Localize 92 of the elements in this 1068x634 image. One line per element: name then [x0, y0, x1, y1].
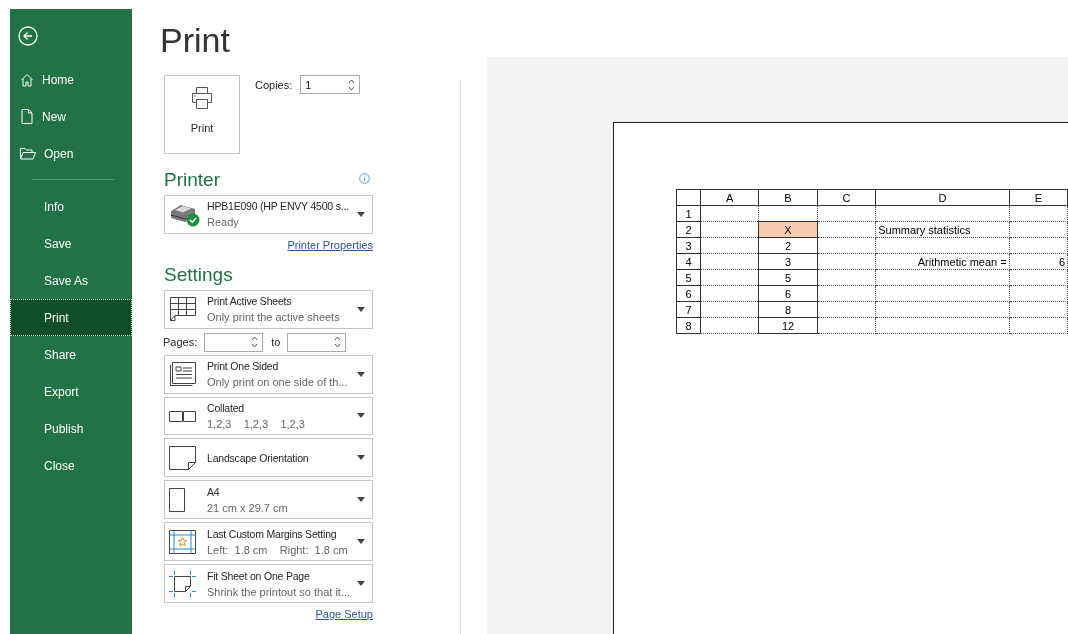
option-description: 21 cm x 29.7 cm — [207, 501, 289, 514]
option-description: Ready — [207, 216, 240, 229]
caret-icon — [357, 371, 365, 377]
option-description: 1,2,3 1,2,3 1,2,3 — [207, 417, 306, 430]
option-title: Print Active Sheets — [207, 295, 293, 308]
folder-icon — [20, 147, 36, 160]
sidebar-item[interactable]: Home — [10, 61, 132, 98]
settings-dropdown[interactable]: Landscape Orientation — [164, 438, 373, 478]
option-title: Fit Sheet on One Page — [207, 569, 311, 582]
margins-icon — [169, 529, 197, 554]
option-title: A4 — [207, 485, 221, 498]
caret-icon — [357, 413, 365, 419]
row-header: 8 — [676, 317, 701, 334]
option-title: Print One Sided — [207, 360, 280, 373]
spinner-arrows-icon[interactable] — [251, 335, 259, 350]
page-from-field[interactable] — [204, 332, 264, 352]
row-header: 2 — [676, 221, 701, 238]
table-cell: 3 — [758, 253, 818, 270]
table-cell: Arithmetic mean = — [875, 253, 1010, 270]
caret-icon — [357, 581, 365, 587]
section-heading: Settings — [164, 264, 234, 286]
settings-dropdown[interactable]: Print One Sided Only print on one side of th... — [164, 354, 373, 394]
table-cell: 5 — [758, 269, 818, 286]
table-cell: 6 — [1009, 253, 1068, 270]
to-label: to — [271, 336, 281, 349]
sidebar-item[interactable]: Close — [10, 447, 132, 484]
portrait-page-icon — [169, 487, 185, 512]
option-title: Landscape Orientation — [207, 451, 310, 464]
pages-label: Pages: — [163, 336, 198, 349]
caret-icon — [357, 539, 365, 545]
collate-pages-icon — [169, 408, 197, 423]
caret-icon — [357, 455, 365, 461]
table-cell: 12 — [758, 317, 818, 334]
fit-page-icon — [169, 570, 197, 597]
row-header: 6 — [676, 285, 701, 302]
settings-dropdown[interactable]: Last Custom Margins Setting Left: 1.8 cm Right: 1.8 cm — [164, 522, 373, 562]
printer-icon — [191, 86, 213, 110]
column-header: E — [1009, 189, 1068, 206]
sidebar-item[interactable]: Publish — [10, 410, 132, 447]
row-header: 3 — [676, 237, 701, 254]
column-header: D — [875, 189, 1010, 206]
spinner-arrows-icon[interactable] — [334, 335, 342, 350]
page-setup-link[interactable]: Page Setup — [315, 608, 373, 621]
column-header: C — [817, 189, 876, 206]
option-title: Collated — [207, 401, 245, 414]
page-title: Print — [160, 23, 231, 57]
caret-icon — [357, 306, 365, 312]
settings-dropdown[interactable]: Fit Sheet on One Page Shrink the printout so that it... — [164, 564, 373, 604]
sidebar-item[interactable]: Print — [10, 299, 132, 336]
sidebar-item[interactable]: Share — [10, 336, 132, 373]
home-icon — [20, 72, 34, 87]
option-description: Only print the active sheets — [207, 311, 341, 324]
table-cell: 2 — [758, 237, 818, 254]
row-header: 5 — [676, 269, 701, 286]
sidebar-item[interactable]: Export — [10, 373, 132, 410]
row-header: 1 — [676, 205, 701, 222]
caret-icon — [357, 497, 365, 503]
caret-icon — [357, 211, 365, 217]
column-header: B — [758, 189, 818, 206]
printer-properties-link[interactable]: Printer Properties — [287, 238, 373, 251]
option-description: Only print on one side of th... — [207, 376, 349, 389]
settings-dropdown[interactable]: Collated 1,2,3 1,2,3 1,2,3 — [164, 396, 373, 436]
option-title: HPB1E090 (HP ENVY 4500 s... — [207, 200, 350, 213]
option-title: Last Custom Margins Setting — [207, 527, 338, 540]
table-cell: 6 — [758, 285, 818, 302]
sheet-grid-icon — [169, 296, 197, 323]
printer-dropdown[interactable]: HPB1E090 (HP ENVY 4500 s... Ready — [164, 194, 373, 234]
spinner-arrows-icon[interactable] — [348, 77, 356, 92]
sidebar-item[interactable]: Info — [10, 188, 132, 225]
page-to-field[interactable] — [287, 332, 347, 352]
copies-field[interactable]: 1 — [300, 75, 361, 94]
row-header: 7 — [676, 301, 701, 318]
settings-dropdown[interactable]: A4 21 cm x 29.7 cm — [164, 480, 373, 520]
column-header: A — [700, 189, 759, 206]
row-header: 4 — [676, 253, 701, 270]
section-heading: Printer — [164, 170, 220, 191]
settings-dropdown[interactable]: Print Active Sheets Only print the active sheets — [164, 289, 373, 329]
table-cell: X — [758, 221, 818, 238]
copies-label: Copies: — [255, 78, 293, 91]
header-cell — [676, 189, 701, 206]
print-button[interactable]: Print — [164, 75, 240, 154]
option-description: Shrink the printout so that it... — [207, 585, 352, 598]
landscape-page-icon — [169, 445, 197, 470]
option-description: Left: 1.8 cm Right: 1.8 cm — [207, 543, 349, 556]
document-icon — [20, 109, 34, 124]
sidebar-item[interactable]: Save — [10, 225, 132, 262]
table-cell: 8 — [758, 301, 818, 318]
sidebar-item[interactable]: Save As — [10, 262, 132, 299]
sidebar-item[interactable]: Open — [10, 135, 132, 172]
table-cell: Summary statistics — [875, 221, 1010, 238]
sidebar-item[interactable]: New — [10, 98, 132, 135]
document-pages-icon — [169, 361, 197, 388]
